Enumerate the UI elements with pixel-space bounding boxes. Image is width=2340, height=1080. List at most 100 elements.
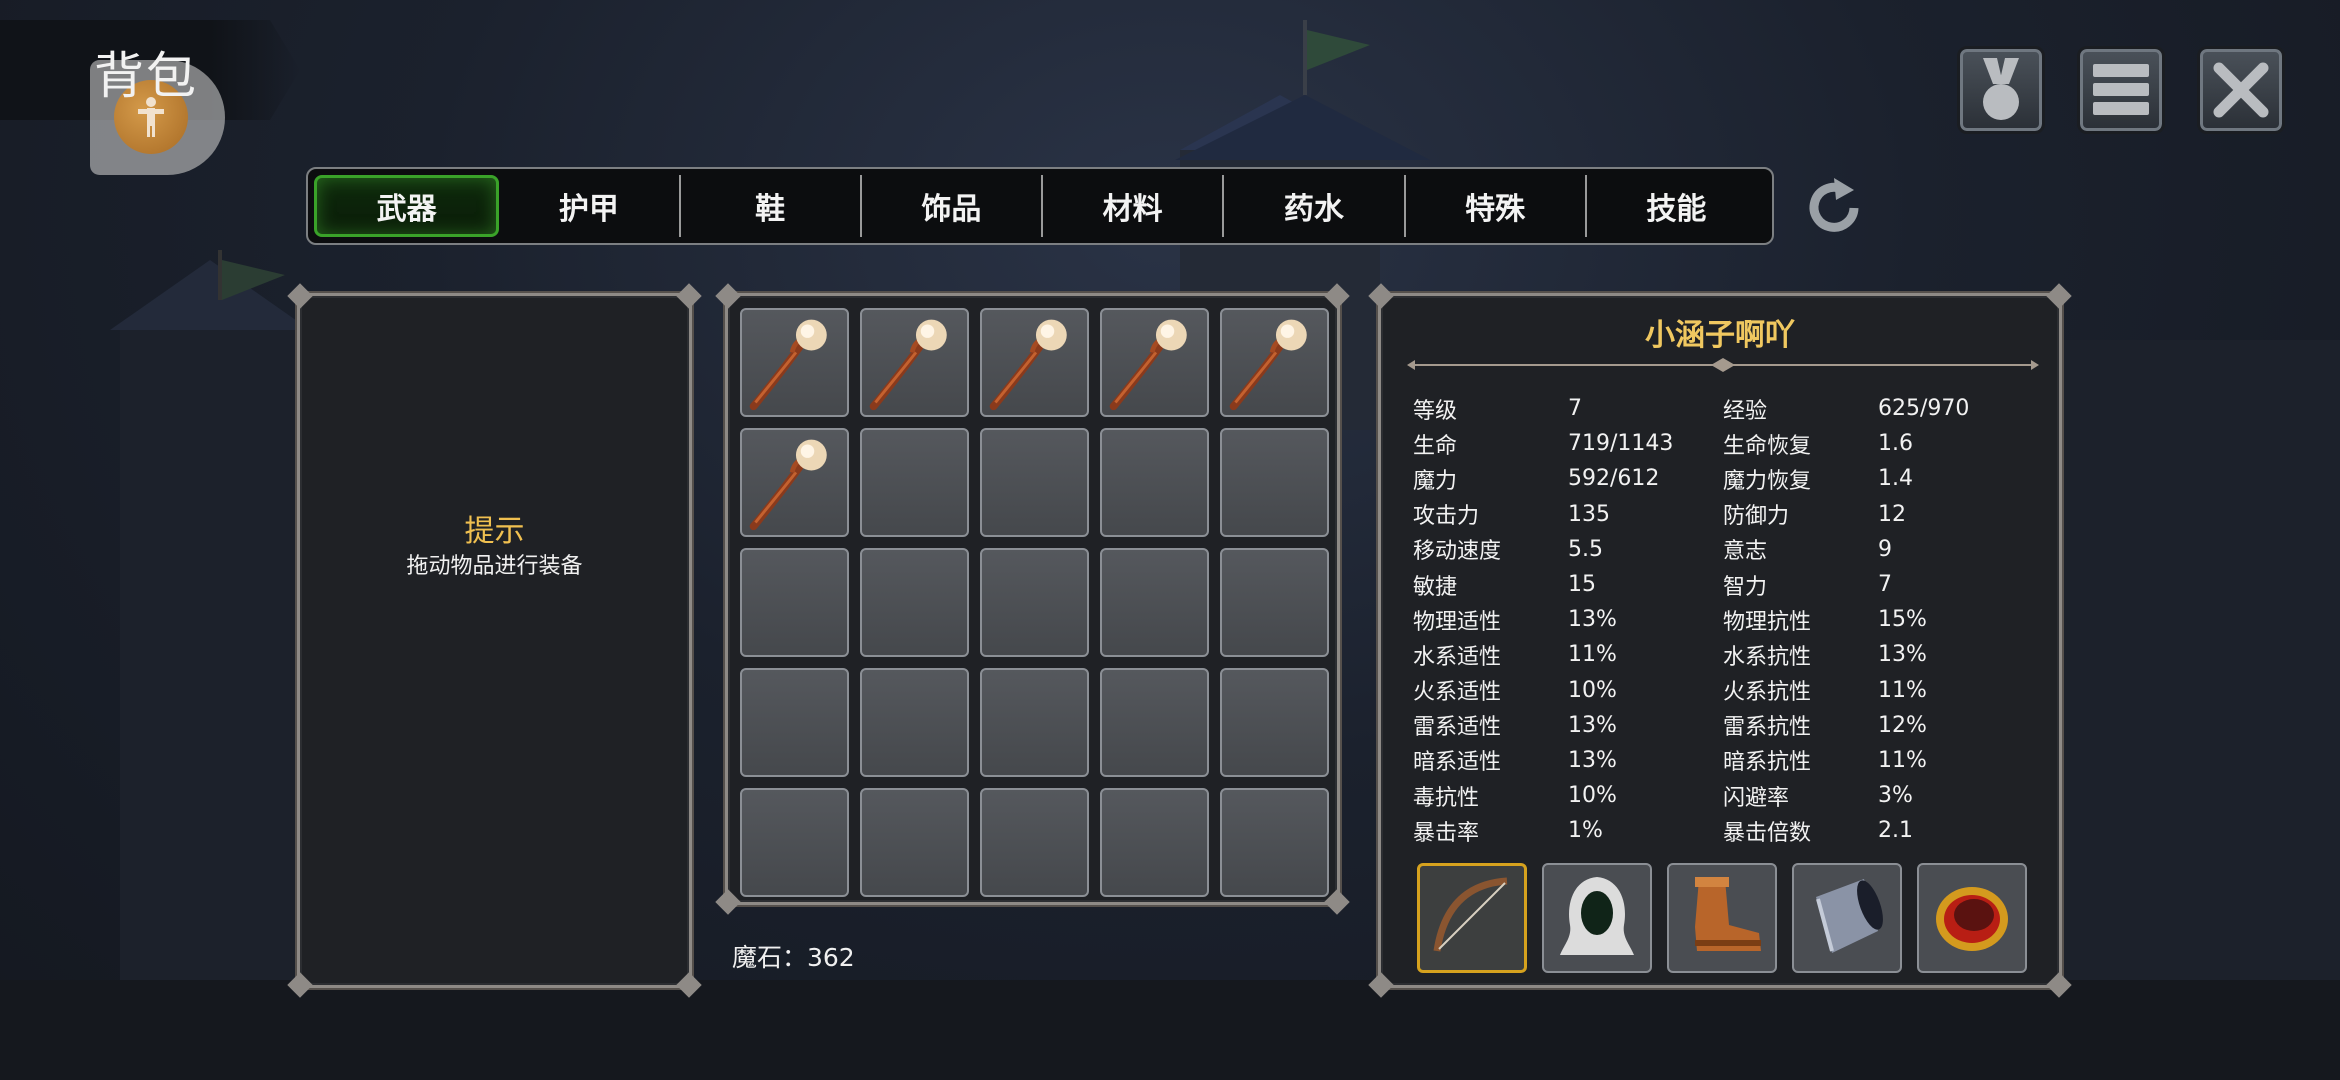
inventory-slot[interactable] (860, 428, 969, 537)
hood-icon (1552, 871, 1642, 966)
stat-row: 火系适性 10% 火系抗性 11% (1413, 673, 2033, 708)
inventory-slot[interactable] (1220, 548, 1329, 657)
stat-row: 魔力 592/612 魔力恢复 1.4 (1413, 461, 2033, 496)
equipment-slot[interactable] (1917, 863, 2027, 973)
character-panel: 小涵子啊吖 等级 7 经验 625/970 生命 719/1143 生命恢复 1.6 魔力 592… (1368, 283, 2072, 998)
inventory-slot[interactable] (860, 788, 969, 897)
hint-text: 拖动物品进行装备 (406, 554, 583, 579)
inventory-slot[interactable] (1100, 428, 1209, 537)
stat-value: 10% (1568, 677, 1617, 703)
tab-armor[interactable]: 护甲 (499, 175, 681, 237)
stat-value: 15 (1568, 572, 1596, 598)
stat-label: 意志 (1723, 539, 1768, 565)
inventory-slot[interactable] (1220, 788, 1329, 897)
menu-button[interactable] (2077, 46, 2165, 134)
stat-value: 12 (1878, 501, 1906, 527)
stat-row: 移动速度 5.5 意志 9 (1413, 532, 2033, 567)
inventory-slot[interactable] (1100, 668, 1209, 777)
inventory-slot[interactable] (1100, 788, 1209, 897)
tab-shoes[interactable]: 鞋 (681, 175, 862, 237)
stat-row: 攻击力 135 防御力 12 (1413, 497, 2033, 532)
boots-icon (1677, 871, 1767, 966)
equipment-slot[interactable] (1542, 863, 1652, 973)
tab-weapons[interactable]: 武器 (314, 175, 500, 237)
page-title: 背包 (94, 47, 198, 105)
equipment-row (1417, 863, 2027, 973)
close-icon (2213, 62, 2269, 118)
equipment-slot[interactable] (1667, 863, 1777, 973)
tab-skills[interactable]: 技能 (1587, 175, 1766, 237)
stat-value: 719/1143 (1568, 431, 1674, 457)
close-button[interactable] (2197, 46, 2285, 134)
equipment-slot[interactable] (1417, 863, 1527, 973)
inventory-slot[interactable] (740, 308, 849, 417)
stat-row: 雷系适性 13% 雷系抗性 12% (1413, 708, 2033, 743)
bracer-icon (1802, 871, 1892, 966)
medal-button[interactable] (1957, 46, 2045, 134)
inventory-slot[interactable] (980, 668, 1089, 777)
menu-icon (2093, 64, 2149, 115)
inventory-grid (740, 308, 1329, 897)
stat-label: 生命恢复 (1723, 433, 1812, 459)
stat-value: 13% (1568, 607, 1617, 633)
stat-label: 生命 (1413, 433, 1458, 459)
stat-value: 11% (1878, 747, 1927, 773)
hint-panel: 提示 拖动物品进行装备 (287, 283, 702, 998)
tab-special[interactable]: 特殊 (1406, 175, 1587, 237)
staff-icon (862, 310, 967, 415)
inventory-slot[interactable] (980, 428, 1089, 537)
stat-value: 625/970 (1878, 396, 1970, 422)
tab-accessories[interactable]: 饰品 (862, 175, 1043, 237)
stat-value: 592/612 (1568, 466, 1660, 492)
equipment-slot[interactable] (1792, 863, 1902, 973)
inventory-slot[interactable] (740, 788, 849, 897)
inventory-slot[interactable] (1220, 428, 1329, 537)
stat-label: 移动速度 (1413, 539, 1502, 565)
stats-table: 等级 7 经验 625/970 生命 719/1143 生命恢复 1.6 魔力 592/612 魔力… (1413, 391, 2033, 848)
inventory-slot[interactable] (1220, 668, 1329, 777)
ornament-divider (1407, 358, 2039, 372)
stat-label: 暗系抗性 (1723, 750, 1812, 776)
stat-label: 敏捷 (1413, 574, 1458, 600)
inventory-slot[interactable] (1100, 308, 1209, 417)
stat-row: 敏捷 15 智力 7 (1413, 567, 2033, 602)
stat-label: 经验 (1723, 398, 1768, 424)
inventory-slot[interactable] (980, 308, 1089, 417)
bow-icon (1427, 871, 1517, 966)
inventory-slot[interactable] (860, 548, 969, 657)
inventory-slot[interactable] (980, 788, 1089, 897)
staff-icon (1102, 310, 1207, 415)
refresh-button[interactable] (1800, 174, 1868, 242)
stat-value: 9 (1878, 536, 1892, 562)
stat-label: 等级 (1413, 398, 1458, 424)
stat-label: 雷系适性 (1413, 715, 1502, 741)
category-tabs: 武器 护甲 鞋 饰品 材料 药水 特殊 技能 (306, 167, 1774, 245)
stat-value: 10% (1568, 783, 1617, 809)
inventory-slot[interactable] (860, 308, 969, 417)
stat-label: 火系适性 (1413, 680, 1502, 706)
stat-value: 1.4 (1878, 466, 1913, 492)
stat-value: 11% (1568, 642, 1617, 668)
ring-icon (1927, 871, 2017, 966)
stat-value: 2.1 (1878, 818, 1913, 844)
stat-value: 7 (1878, 572, 1892, 598)
inventory-slot[interactable] (1100, 548, 1209, 657)
inventory-slot[interactable] (740, 548, 849, 657)
stat-label: 暗系适性 (1413, 750, 1502, 776)
stat-label: 暴击倍数 (1723, 820, 1812, 846)
stat-value: 13% (1568, 712, 1617, 738)
inventory-slot[interactable] (860, 668, 969, 777)
stat-label: 火系抗性 (1723, 680, 1812, 706)
stat-row: 水系适性 11% 水系抗性 13% (1413, 637, 2033, 672)
tab-potions[interactable]: 药水 (1224, 175, 1406, 237)
stat-label: 闪避率 (1723, 785, 1790, 811)
tab-materials[interactable]: 材料 (1043, 175, 1225, 237)
inventory-slot[interactable] (740, 428, 849, 537)
inventory-slot[interactable] (740, 668, 849, 777)
stat-label: 物理抗性 (1723, 609, 1812, 635)
inventory-slot[interactable] (1220, 308, 1329, 417)
inventory-slot[interactable] (980, 548, 1089, 657)
stat-label: 毒抗性 (1413, 785, 1480, 811)
staff-icon (742, 430, 847, 535)
stat-value: 3% (1878, 783, 1913, 809)
